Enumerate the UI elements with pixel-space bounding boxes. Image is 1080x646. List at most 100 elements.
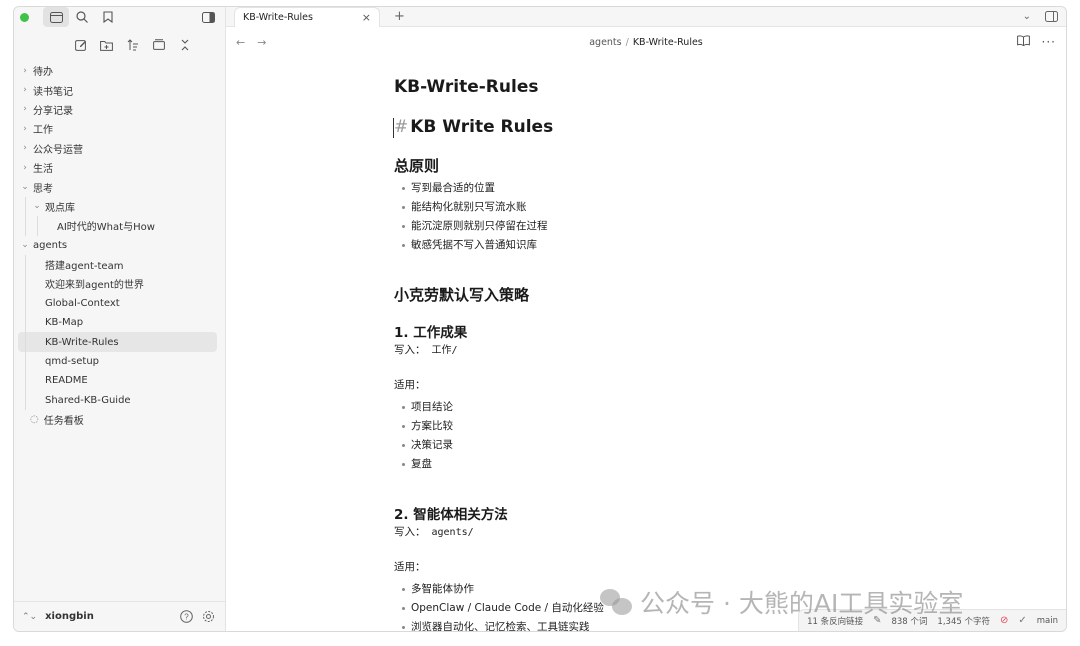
chevron-icon[interactable]: › bbox=[20, 104, 30, 114]
file-item[interactable]: KB-Write-Rules bbox=[18, 332, 217, 352]
tree-item-label: 公众号运营 bbox=[33, 144, 83, 156]
checkmark-icon[interactable]: ✓ bbox=[1018, 615, 1026, 626]
section-1-heading[interactable]: 1. 工作成果 bbox=[394, 321, 874, 341]
list-item[interactable]: 敏感凭据不写入普通知识库 bbox=[394, 236, 874, 255]
chevron-icon[interactable]: ⌄ bbox=[20, 240, 30, 250]
more-options-icon[interactable]: ··· bbox=[1042, 35, 1056, 49]
tree-item-label: qmd-setup bbox=[45, 356, 100, 368]
sync-disabled-icon[interactable]: ⊘ bbox=[1000, 615, 1008, 626]
tree-item-label: 搭建agent-team bbox=[45, 261, 124, 273]
tree-item-label: KB-Write-Rules bbox=[45, 336, 119, 348]
new-folder-icon[interactable] bbox=[97, 35, 117, 55]
write-label: 写入： bbox=[394, 526, 426, 538]
section-1-apply-label[interactable]: 适用： bbox=[394, 376, 874, 395]
folder-item[interactable]: ⌄ agents bbox=[14, 236, 225, 255]
list-item[interactable]: 复盘 bbox=[394, 455, 874, 474]
editor-pane: KB-Write-Rules × + ⌄ ← → agents / KB-Write… bbox=[226, 7, 1066, 631]
sidebar-toggle-icon[interactable] bbox=[195, 7, 221, 27]
write-path: 工作/ bbox=[431, 345, 458, 356]
chevron-icon[interactable]: › bbox=[20, 143, 30, 153]
section-2-write-line[interactable]: 写入： agents/ bbox=[394, 523, 874, 542]
vault-switcher[interactable]: ⌃⌄ xiongbin ? bbox=[14, 601, 225, 631]
chevron-icon[interactable]: ⌄ bbox=[20, 182, 30, 192]
breadcrumb-current[interactable]: KB-Write-Rules bbox=[633, 37, 703, 48]
auto-reveal-icon[interactable] bbox=[149, 35, 169, 55]
word-count: 838 个词 bbox=[891, 616, 928, 627]
new-tab-icon[interactable]: + bbox=[394, 7, 405, 26]
window-close-dot[interactable] bbox=[20, 12, 29, 22]
file-explorer-toolbar bbox=[14, 35, 225, 55]
list-item[interactable]: 项目结论 bbox=[394, 398, 874, 417]
principles-heading[interactable]: 总原则 bbox=[394, 155, 874, 176]
tree-item-label: 任务看板 bbox=[43, 416, 84, 428]
list-item[interactable]: 决策记录 bbox=[394, 436, 874, 455]
git-branch[interactable]: main bbox=[1037, 616, 1058, 626]
folder-item[interactable]: › 分享记录 bbox=[14, 100, 225, 119]
forward-arrow-icon[interactable]: → bbox=[257, 36, 266, 49]
file-item[interactable]: Shared-KB-Guide bbox=[14, 391, 225, 410]
document-content[interactable]: KB-Write-Rules # KB Write Rules 总原则 写到最合… bbox=[393, 77, 874, 631]
sort-icon[interactable] bbox=[123, 35, 143, 55]
folder-item[interactable]: › 公众号运营 bbox=[14, 139, 225, 158]
note-title[interactable]: KB-Write-Rules bbox=[394, 77, 874, 97]
settings-gear-icon[interactable] bbox=[199, 608, 217, 626]
close-tab-icon[interactable]: × bbox=[362, 11, 371, 24]
strategy-heading[interactable]: 小克劳默认写入策略 bbox=[394, 284, 874, 305]
vault-switch-icon[interactable]: ⌃⌄ bbox=[22, 612, 37, 622]
tab-list-chevron-icon[interactable]: ⌄ bbox=[1023, 11, 1031, 22]
folder-item[interactable]: › 工作 bbox=[14, 119, 225, 138]
folder-item[interactable]: ⌄ 观点库 bbox=[14, 197, 225, 216]
chevron-icon[interactable]: › bbox=[20, 124, 30, 134]
file-item[interactable]: KB-Map bbox=[14, 313, 225, 332]
folder-item[interactable]: ⌄ 思考 bbox=[14, 177, 225, 196]
backlinks-count[interactable]: 11 条反向链接 bbox=[807, 615, 863, 627]
view-header: ← → agents / KB-Write-Rules ··· bbox=[226, 27, 1066, 57]
file-item[interactable]: AI时代的What与How bbox=[14, 216, 225, 235]
task-board-icon: ◌ bbox=[30, 414, 39, 426]
collapse-all-icon[interactable] bbox=[175, 35, 195, 55]
list-item[interactable]: 写到最合适的位置 bbox=[394, 179, 874, 198]
search-icon[interactable] bbox=[69, 7, 95, 27]
heading-1[interactable]: # KB Write Rules bbox=[393, 117, 874, 138]
reading-view-book-icon[interactable] bbox=[1016, 35, 1030, 49]
chevron-icon[interactable]: › bbox=[20, 66, 30, 76]
file-item[interactable]: qmd-setup bbox=[14, 352, 225, 371]
help-icon[interactable]: ? bbox=[177, 608, 195, 626]
folder-item[interactable]: › 待办 bbox=[14, 61, 225, 80]
section-2-apply-label[interactable]: 适用： bbox=[394, 558, 874, 577]
file-item[interactable]: Global-Context bbox=[14, 294, 225, 313]
chevron-icon[interactable]: › bbox=[20, 85, 30, 95]
list-item[interactable]: 方案比较 bbox=[394, 417, 874, 436]
file-item[interactable]: ◌ 任务看板 bbox=[14, 410, 225, 429]
tree-item-label: 生活 bbox=[33, 164, 53, 176]
tree-item-label: 待办 bbox=[33, 67, 53, 79]
file-item[interactable]: 欢迎来到agent的世界 bbox=[14, 274, 225, 293]
folder-item[interactable]: › 读书笔记 bbox=[14, 80, 225, 99]
tree-item-label: KB-Map bbox=[45, 317, 84, 329]
indent-guide bbox=[37, 216, 38, 236]
list-item[interactable]: 能结构化就别只写流水账 bbox=[394, 198, 874, 217]
list-item[interactable]: 多智能体协作 bbox=[394, 580, 874, 599]
list-item[interactable]: 能沉淀原则就别只停留在过程 bbox=[394, 217, 874, 236]
tree-item-label: 工作 bbox=[33, 125, 53, 137]
file-tree: › 待办 › 读书笔记 › 分享记录 › 工作 › 公众号运营 › 生活 ⌄ 思考 ⌄ 观点库 AI时代的Wha… bbox=[14, 61, 225, 429]
chevron-icon[interactable]: › bbox=[20, 163, 30, 173]
files-view-icon[interactable] bbox=[43, 7, 69, 27]
folder-item[interactable]: › 生活 bbox=[14, 158, 225, 177]
section-2-heading[interactable]: 2. 智能体相关方法 bbox=[394, 503, 874, 523]
vault-name[interactable]: xiongbin bbox=[45, 611, 94, 622]
back-arrow-icon[interactable]: ← bbox=[236, 36, 245, 49]
sidebar: › 待办 › 读书笔记 › 分享记录 › 工作 › 公众号运营 › 生活 ⌄ 思考 ⌄ 观点库 AI时代的Wha… bbox=[14, 7, 226, 631]
new-note-icon[interactable] bbox=[71, 35, 91, 55]
chevron-icon[interactable]: ⌄ bbox=[32, 201, 42, 211]
file-item[interactable]: 搭建agent-team bbox=[14, 255, 225, 274]
edit-pencil-icon[interactable]: ✎ bbox=[873, 615, 881, 626]
file-item[interactable]: README bbox=[14, 371, 225, 390]
right-sidebar-toggle-icon[interactable] bbox=[1045, 7, 1058, 26]
bookmark-icon[interactable] bbox=[95, 7, 121, 27]
text-cursor bbox=[393, 118, 394, 138]
tab-kb-write-rules[interactable]: KB-Write-Rules × bbox=[234, 7, 380, 27]
breadcrumb-folder[interactable]: agents bbox=[589, 37, 621, 48]
char-count: 1,345 个字符 bbox=[937, 616, 990, 627]
section-1-write-line[interactable]: 写入： 工作/ bbox=[394, 341, 874, 360]
